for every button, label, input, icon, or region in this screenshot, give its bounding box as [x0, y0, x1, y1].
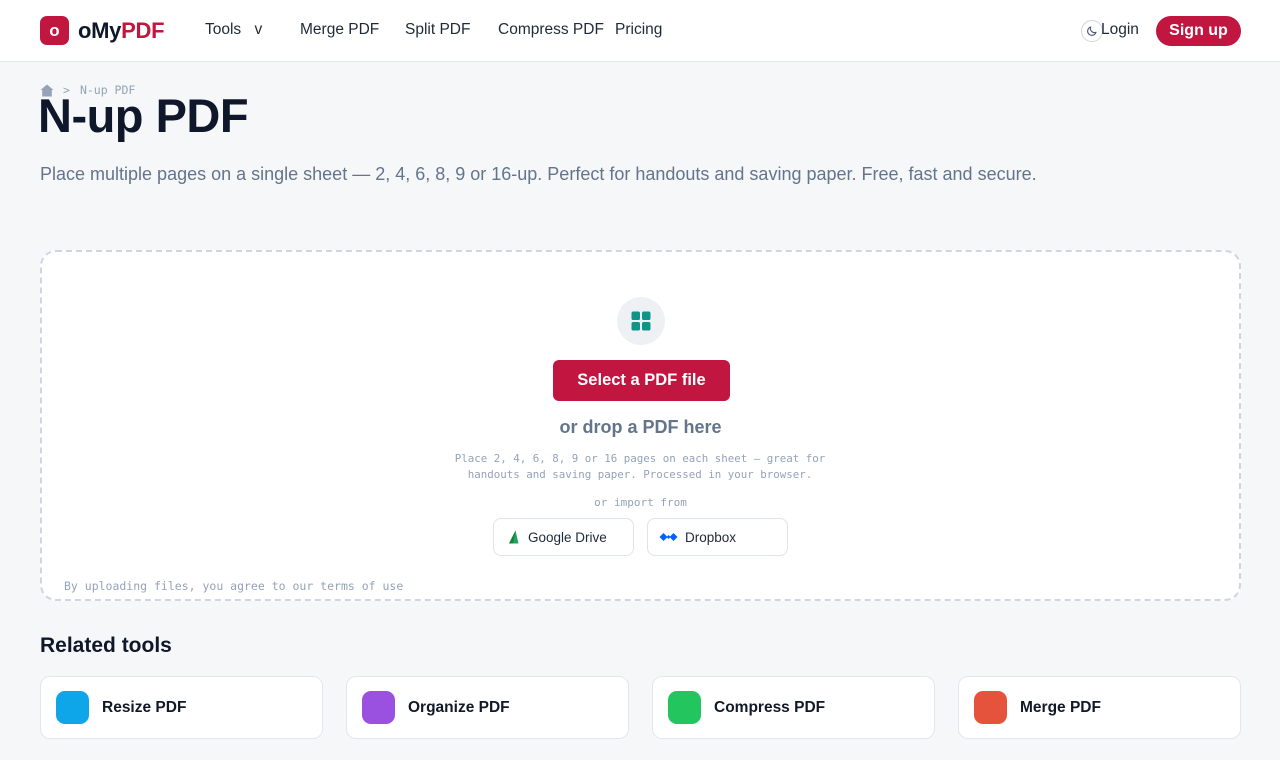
- page-title: N-up PDF: [38, 89, 249, 142]
- logo-text-part2: PDF: [121, 17, 165, 43]
- related-tool-merge-pdf[interactable]: Merge PDF: [958, 676, 1241, 739]
- tool-label: Compress PDF: [714, 698, 826, 716]
- moon-icon: [1087, 26, 1097, 36]
- login-link[interactable]: Login: [1101, 21, 1139, 39]
- logo-badge: o: [40, 16, 69, 45]
- tool-label: Organize PDF: [408, 698, 510, 716]
- related-tools-heading: Related tools: [40, 634, 172, 657]
- grid-icon: [631, 311, 651, 331]
- organize-tool-icon: [362, 691, 395, 724]
- logo-text: oMyPDF: [78, 17, 165, 44]
- nav-tools-label: Tools: [205, 21, 242, 38]
- google-drive-button[interactable]: Google Drive: [493, 518, 634, 556]
- tool-label: Resize PDF: [102, 698, 187, 716]
- logo-badge-letter: o: [49, 21, 60, 40]
- google-drive-icon: [508, 530, 519, 544]
- theme-toggle-button[interactable]: [1081, 20, 1103, 42]
- dropzone-icon-circle: [617, 297, 665, 345]
- google-drive-label: Google Drive: [528, 529, 607, 545]
- related-tool-compress-pdf[interactable]: Compress PDF: [652, 676, 935, 739]
- nav-compress-pdf[interactable]: Compress PDF: [498, 21, 604, 39]
- brand-logo[interactable]: o oMyPDF: [40, 16, 165, 45]
- tool-label: Merge PDF: [1020, 698, 1101, 716]
- logo-text-part1: oMy: [78, 17, 122, 43]
- top-navbar: o oMyPDF Tools v Merge PDF Split PDF Com…: [0, 0, 1280, 62]
- dropbox-button[interactable]: Dropbox: [647, 518, 788, 556]
- dropbox-label: Dropbox: [685, 529, 737, 545]
- select-pdf-button[interactable]: Select a PDF file: [553, 360, 730, 401]
- file-dropzone[interactable]: Select a PDF file or drop a PDF here Pla…: [40, 250, 1241, 601]
- resize-tool-icon: [56, 691, 89, 724]
- dropzone-description: Place 2, 4, 6, 8, 9 or 16 pages on each …: [454, 452, 826, 481]
- nav-merge-pdf[interactable]: Merge PDF: [300, 21, 379, 39]
- nav-tools-dropdown[interactable]: Tools v: [205, 21, 262, 39]
- compress-tool-icon: [668, 691, 701, 724]
- related-tool-resize-pdf[interactable]: Resize PDF: [40, 676, 323, 739]
- merge-tool-icon: [974, 691, 1007, 724]
- import-label: or import from: [594, 496, 687, 509]
- page-subtitle: Place multiple pages on a single sheet —…: [40, 164, 1037, 184]
- dropbox-icon: [659, 532, 678, 542]
- nav-split-pdf[interactable]: Split PDF: [405, 21, 470, 39]
- signup-button[interactable]: Sign up: [1156, 16, 1241, 46]
- related-tool-organize-pdf[interactable]: Organize PDF: [346, 676, 629, 739]
- chevron-down-icon: v: [254, 21, 263, 38]
- drop-hint: or drop a PDF here: [559, 417, 722, 437]
- nav-pricing[interactable]: Pricing: [615, 21, 662, 39]
- terms-notice: By uploading files, you agree to our ter…: [64, 579, 404, 593]
